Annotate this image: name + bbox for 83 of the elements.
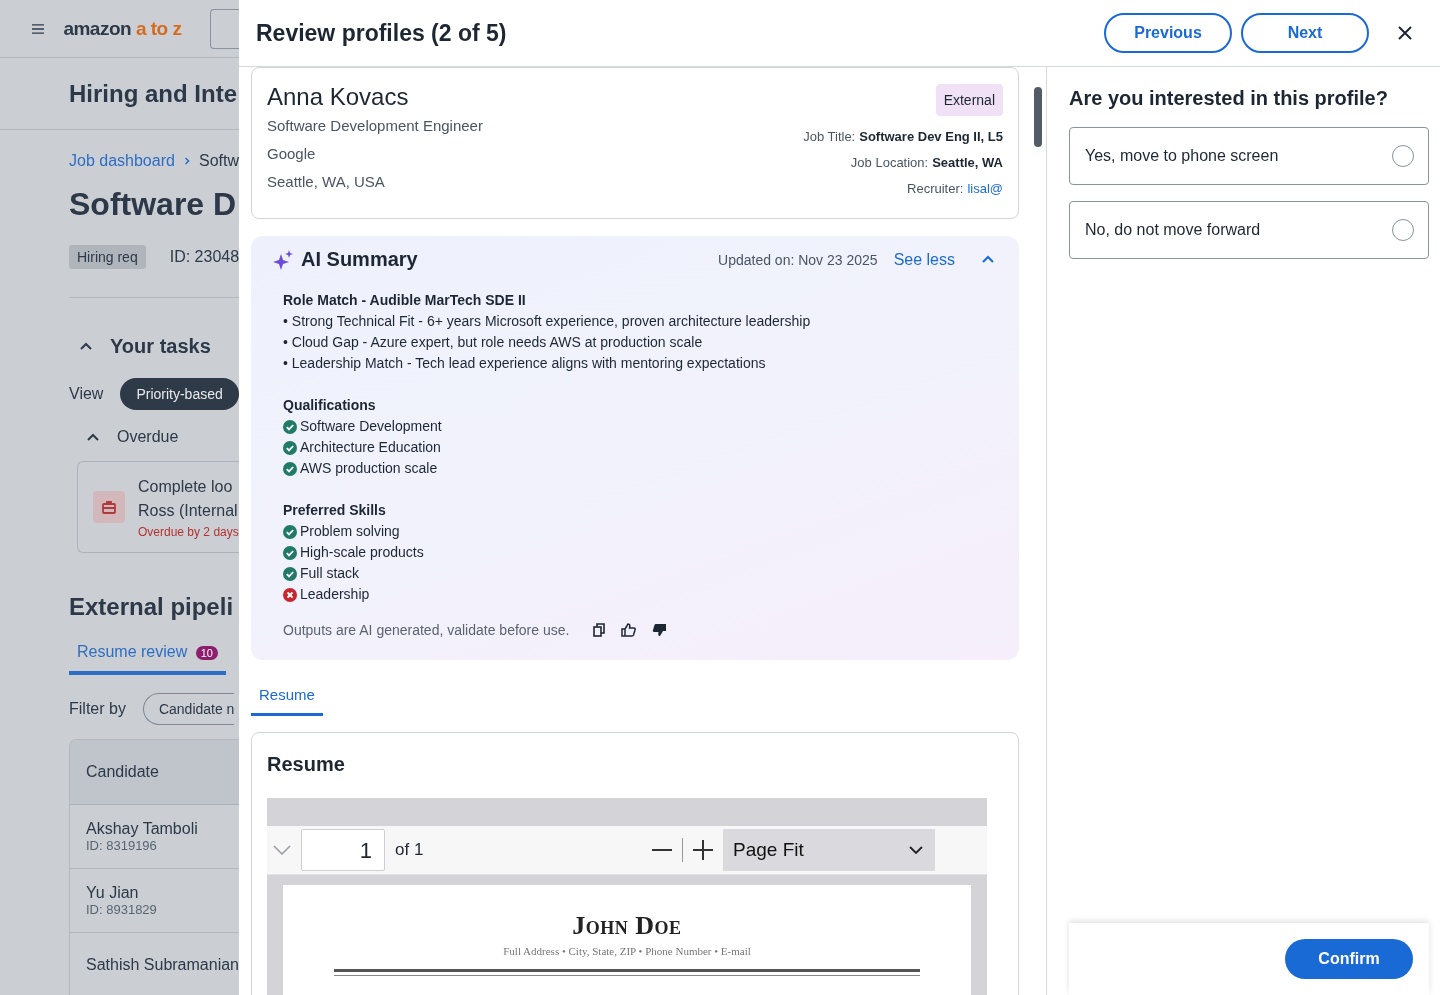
page-count: of 1 (395, 840, 424, 860)
tab[interactable]: Resume (251, 682, 323, 716)
copy-icon[interactable] (593, 623, 606, 637)
section-heading: Qualifications (283, 396, 377, 415)
panel-title: Review profiles (2 of 5) (256, 19, 508, 47)
page-title: Hiring and Inte (69, 79, 237, 108)
summary-point: • Cloud Gap - Azure expert, but role needs AWS at production scale (283, 333, 704, 352)
menu-icon[interactable] (32, 21, 45, 36)
criterion-text: Leadership (300, 585, 370, 604)
document-contact: Full Address • City, State, ZIP • Phone Number • E-mail (503, 945, 751, 957)
detail-label: Job Location: (850, 154, 929, 172)
detail-label: Job Title: (803, 128, 856, 146)
disclaimer-text: Outputs are AI generated, validate before use. (283, 622, 570, 638)
overdue-text: Overdue by 2 days (138, 525, 239, 539)
thumbs-down-icon[interactable] (652, 623, 668, 637)
external-tag: External (935, 84, 1003, 116)
breadcrumb-current: Softw (199, 152, 239, 170)
section-heading: Preferred Skills (283, 501, 387, 520)
hiring-req-tag: Hiring req (69, 245, 146, 269)
candidate-name[interactable]: Yu Jian (86, 884, 239, 902)
option-label: Yes, move to phone screen (1085, 147, 1279, 165)
candidate-id: ID: 8319196 (86, 838, 158, 853)
document-name: John Doe (572, 911, 682, 941)
radio-option[interactable]: No, do not move forward (1069, 201, 1429, 259)
question-title: Are you interested in this profile? (1069, 87, 1389, 110)
detail-value: Seattle, WA (932, 154, 1003, 172)
group-title: Overdue (117, 428, 179, 446)
ai-summary-title: AI Summary (301, 248, 418, 271)
confirm-button[interactable]: Confirm (1285, 939, 1413, 979)
candidate-company: Google (267, 144, 317, 164)
candidate-id: ID: 8931829 (86, 902, 158, 917)
section-title: Your tasks (110, 335, 211, 358)
criterion-text: High-scale products (300, 543, 424, 562)
scrollbar-thumb[interactable] (1034, 87, 1042, 147)
task-card[interactable]: Complete loo Ross (Internal Overdue by 2 days (77, 461, 239, 553)
summary-point: • Strong Technical Fit - 6+ years Microsoft experience, proven architecture leadership (283, 312, 812, 331)
criterion-text: Problem solving (300, 522, 400, 541)
zoom-in-icon[interactable] (693, 840, 713, 860)
updated-date: Updated on: Nov 23 2025 (718, 251, 878, 268)
section-heading: Role Match - Audible MarTech SDE II (283, 291, 527, 310)
chevron-up-icon[interactable] (981, 255, 995, 264)
tab[interactable]: Resume review 10 (69, 643, 226, 675)
candidate-location: Seattle, WA, USA (267, 172, 386, 192)
close-icon[interactable] (1398, 26, 1412, 40)
recruiter-link[interactable]: lisal@ (967, 176, 1003, 202)
candidate-role: Software Development Engineer (267, 116, 483, 136)
logo[interactable]: amazon a to z (63, 17, 182, 40)
chevron-up-icon[interactable] (79, 342, 93, 351)
task-text: Ross (Internal (138, 501, 239, 521)
filter-label: Filter by (69, 700, 126, 718)
criterion-text: Software Development (300, 417, 442, 436)
sparkle-icon (273, 249, 293, 270)
thumbs-up-icon[interactable] (621, 623, 637, 637)
column-header: Candidate (86, 763, 159, 781)
candidate-name[interactable]: Sathish Subramanian (86, 955, 239, 974)
page-number-field[interactable]: 1 (301, 829, 385, 871)
chevron-right-icon (183, 155, 190, 167)
chevron-up-icon[interactable] (86, 432, 100, 442)
view-option[interactable]: Priority-based (120, 378, 239, 410)
candidate-name[interactable]: Akshay Tamboli (86, 820, 239, 838)
resume-title: Resume (267, 753, 346, 776)
section-title: External pipeli (69, 593, 235, 621)
count-badge: 10 (195, 646, 218, 660)
requisition-id: ID: 23048 (169, 248, 239, 266)
job-title: Software D (69, 186, 238, 223)
zoom-select[interactable]: Page Fit (723, 829, 935, 871)
see-less-link[interactable]: See less (893, 250, 955, 269)
briefcase-icon (93, 491, 125, 523)
nav-button[interactable]: Previous (1104, 13, 1232, 53)
criterion-text: Full stack (300, 564, 360, 583)
detail-value: Software Dev Eng II, L5 (859, 128, 1003, 146)
radio-option[interactable]: Yes, move to phone screen (1069, 127, 1429, 185)
candidate-name: Anna Kovacs (267, 82, 410, 112)
nav-button[interactable]: Next (1241, 13, 1369, 53)
criterion-text: AWS production scale (300, 459, 438, 478)
task-text: Complete loo (138, 477, 234, 497)
option-label: No, do not move forward (1085, 221, 1261, 239)
criterion-text: Architecture Education (300, 438, 441, 457)
summary-point: • Leadership Match - Tech lead experience aligns with mentoring expectations (283, 354, 767, 373)
view-label: View (69, 385, 104, 403)
chevron-down-icon[interactable] (273, 845, 291, 855)
detail-label: Recruiter: (907, 180, 964, 198)
chevron-down-icon (909, 846, 923, 854)
